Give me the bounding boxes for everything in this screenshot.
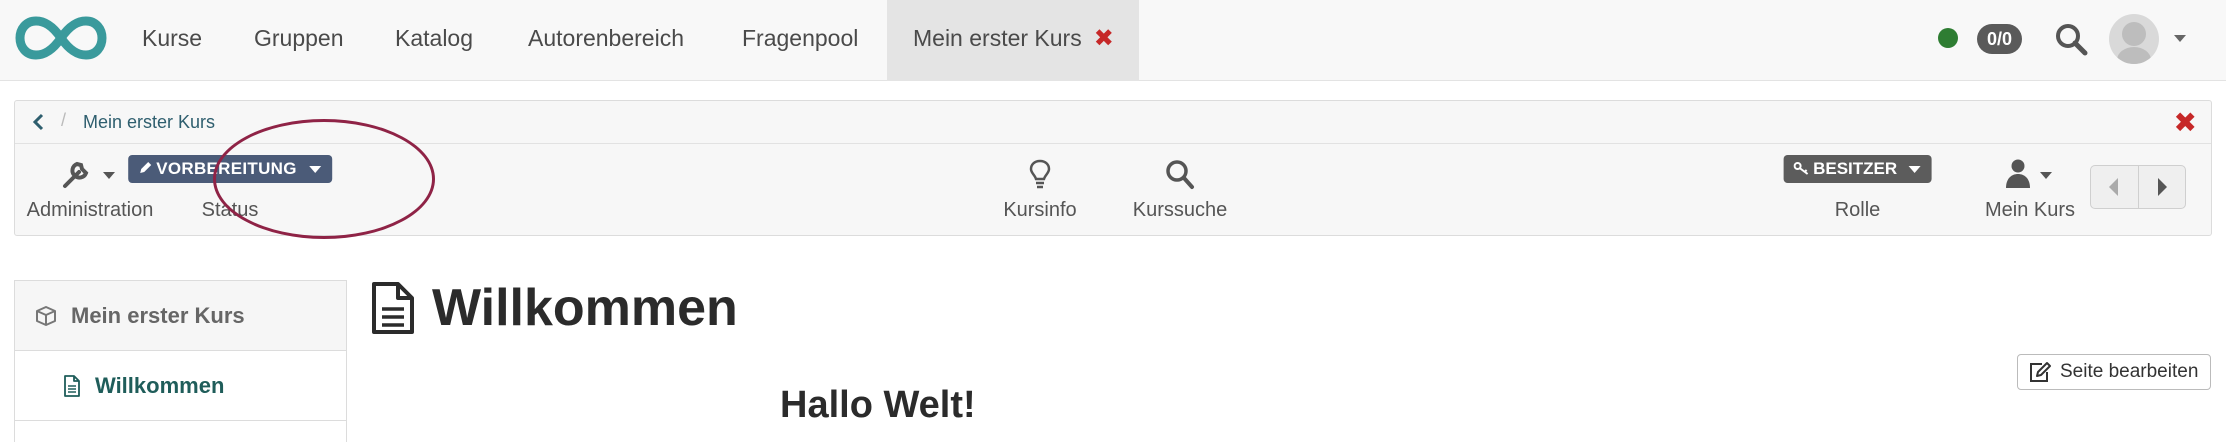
caret-left-icon bbox=[2109, 178, 2119, 196]
wrench-icon bbox=[63, 161, 115, 188]
caret-right-icon bbox=[2157, 178, 2167, 196]
kurssuche-button[interactable]: Kurssuche bbox=[1120, 144, 1240, 236]
chevron-down-icon bbox=[308, 166, 321, 173]
edit-icon bbox=[2030, 362, 2051, 382]
cube-icon bbox=[36, 305, 56, 326]
nav-kurse[interactable]: Kurse bbox=[116, 0, 228, 81]
previous-node-button[interactable] bbox=[2091, 166, 2139, 208]
user-icon bbox=[2006, 159, 2052, 188]
close-course-icon[interactable]: ✖ bbox=[2174, 109, 2197, 137]
avatar-placeholder-icon bbox=[2117, 22, 2151, 64]
role-badge-label: BESITZER bbox=[1813, 159, 1898, 178]
nav-tab-mein-erster-kurs[interactable]: Mein erster Kurs ✖ bbox=[887, 0, 1139, 81]
administration-label: Administration bbox=[26, 199, 154, 221]
status-badge-label: VORBEREITUNG bbox=[156, 159, 297, 178]
breadcrumb: / Mein erster Kurs ✖ bbox=[15, 101, 2211, 144]
file-icon bbox=[372, 282, 414, 334]
kurssuche-label: Kurssuche bbox=[1132, 199, 1228, 221]
nav-tab-label: Mein erster Kurs bbox=[913, 25, 1082, 51]
counter-badge[interactable]: 0/0 bbox=[1977, 24, 2023, 54]
avatar[interactable] bbox=[2109, 14, 2159, 64]
mein-kurs-dropdown[interactable]: Mein Kurs bbox=[1975, 144, 2085, 236]
top-navigation: Kurse Gruppen Katalog Autorenbereich Fra… bbox=[0, 0, 2226, 81]
course-menu-root-label: Mein erster Kurs bbox=[71, 302, 245, 328]
status-label: Status bbox=[201, 199, 259, 221]
breadcrumb-separator: / bbox=[61, 110, 67, 130]
page-title-text: Willkommen bbox=[432, 279, 738, 337]
breadcrumb-course-link[interactable]: Mein erster Kurs bbox=[83, 112, 215, 133]
edit-page-button[interactable]: Seite bearbeiten bbox=[2017, 354, 2212, 390]
kursinfo-label: Kursinfo bbox=[1003, 199, 1077, 221]
nav-autorenbereich[interactable]: Autorenbereich bbox=[502, 0, 710, 81]
pencil-icon bbox=[140, 162, 152, 173]
page-title: Willkommen bbox=[370, 278, 738, 338]
key-icon bbox=[1793, 162, 1808, 175]
edit-page-label: Seite bearbeiten bbox=[2060, 361, 2199, 382]
role-badge[interactable]: BESITZER bbox=[1783, 155, 1932, 183]
course-toolbar: / Mein erster Kurs ✖ Administration VORB… bbox=[14, 100, 2212, 236]
nav-katalog[interactable]: Katalog bbox=[369, 0, 499, 81]
nav-gruppen[interactable]: Gruppen bbox=[228, 0, 370, 81]
course-pager bbox=[2090, 165, 2186, 209]
online-status-icon[interactable] bbox=[1938, 28, 1958, 48]
nav-fragenpool[interactable]: Fragenpool bbox=[716, 0, 884, 81]
course-menu-root[interactable]: Mein erster Kurs bbox=[15, 281, 346, 351]
openolat-logo-icon[interactable] bbox=[14, 14, 108, 62]
status-dropdown[interactable]: VORBEREITUNG Status bbox=[128, 144, 332, 236]
rolle-dropdown[interactable]: BESITZER Rolle bbox=[1783, 144, 1932, 236]
chevron-down-icon bbox=[1908, 166, 1921, 173]
content-heading: Hallo Welt! bbox=[780, 384, 976, 426]
course-menu-item-label: Willkommen bbox=[95, 372, 225, 398]
next-node-button[interactable] bbox=[2139, 166, 2186, 208]
rolle-label: Rolle bbox=[1834, 199, 1881, 221]
status-badge[interactable]: VORBEREITUNG bbox=[128, 155, 332, 183]
file-icon bbox=[64, 374, 80, 397]
close-tab-icon[interactable]: ✖ bbox=[1094, 25, 1114, 52]
search-icon[interactable] bbox=[2054, 22, 2088, 56]
search-icon bbox=[1166, 160, 1194, 189]
chevron-down-icon[interactable] bbox=[2172, 30, 2188, 46]
lightbulb-icon bbox=[1029, 159, 1051, 189]
course-menu: Mein erster Kurs Willkommen bbox=[14, 280, 347, 442]
kursinfo-button[interactable]: Kursinfo bbox=[990, 144, 1090, 236]
mein-kurs-label: Mein Kurs bbox=[1984, 199, 2076, 221]
chevron-left-icon[interactable] bbox=[29, 112, 49, 132]
course-menu-item[interactable]: Willkommen bbox=[15, 351, 346, 421]
